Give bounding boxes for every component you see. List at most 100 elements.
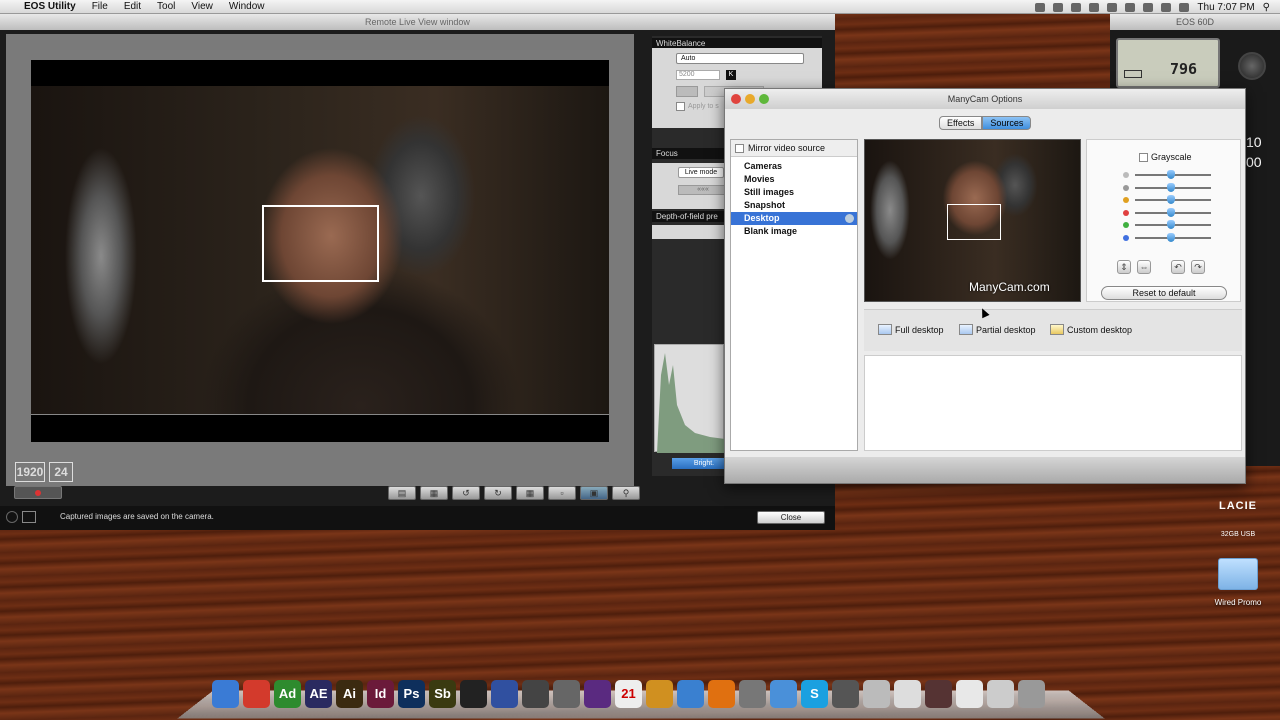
slider-knob[interactable] (1167, 220, 1175, 229)
screen-icon[interactable] (491, 680, 518, 708)
record-button[interactable] (14, 486, 62, 499)
status-tray-icon[interactable] (1053, 2, 1064, 12)
menu-view[interactable]: View (191, 1, 213, 12)
slider-knob[interactable] (1167, 170, 1175, 179)
time-machine-icon[interactable] (1107, 2, 1118, 12)
flip-horizontal-icon[interactable]: ⇔ (1137, 260, 1151, 274)
slider-knob[interactable] (1167, 232, 1175, 242)
menu-window[interactable]: Window (229, 1, 265, 12)
source-item-desktop[interactable]: Desktop (731, 212, 857, 225)
drive-label[interactable]: 32GB USB (1206, 531, 1270, 538)
finder-icon[interactable] (212, 680, 239, 708)
adjustment-slider[interactable] (1123, 170, 1223, 180)
safari-icon[interactable] (770, 680, 797, 708)
reset-to-default-button[interactable]: Reset to default (1101, 286, 1227, 300)
status-tray-icon[interactable] (1071, 2, 1082, 12)
illustrator-icon[interactable]: Ai (336, 680, 363, 708)
photobooth-icon[interactable] (832, 680, 859, 708)
menu-file[interactable]: File (92, 1, 108, 12)
volume-icon[interactable] (1161, 2, 1172, 12)
tab-sources[interactable]: Sources (982, 116, 1032, 130)
grayscale-row[interactable]: Grayscale (1139, 152, 1192, 162)
folder-icon[interactable] (1218, 558, 1258, 590)
headphones-icon[interactable] (584, 680, 611, 708)
adjustment-slider[interactable] (1123, 195, 1223, 205)
live-mode-select[interactable]: Live mode (678, 167, 724, 178)
slider-knob[interactable] (1167, 195, 1175, 204)
soundbooth-icon[interactable]: Sb (429, 680, 456, 708)
adjustment-slider[interactable] (1123, 182, 1223, 193)
spotlight-icon[interactable]: ⚲ (1263, 2, 1270, 13)
eyedropper-button[interactable] (676, 86, 698, 97)
aftereffects-icon[interactable]: AE (305, 680, 332, 708)
status-tray-icon[interactable] (1035, 2, 1046, 12)
zoom-window-icon[interactable] (759, 94, 769, 104)
grid-button[interactable]: ▦ (516, 486, 544, 500)
plugin-icon[interactable] (646, 680, 673, 708)
slider-knob[interactable] (1167, 182, 1175, 192)
zoom-button[interactable]: ⚲ (612, 486, 640, 500)
source-item-blank-image[interactable]: Blank image (731, 225, 857, 238)
source-item-cameras[interactable]: Cameras (731, 160, 857, 173)
aspect-button[interactable]: ▫ (548, 486, 576, 500)
source-item-still-images[interactable]: Still images (731, 186, 857, 199)
network-icon[interactable] (739, 680, 766, 708)
stopwatch-icon[interactable] (863, 680, 890, 708)
app-menu[interactable]: EOS Utility (24, 1, 76, 12)
rotate-right-icon[interactable]: ↷ (1191, 260, 1205, 274)
full-desktop-option[interactable]: Full desktop (878, 324, 944, 335)
focus-frame[interactable] (262, 205, 379, 282)
document-icon[interactable] (956, 680, 983, 708)
skype-icon[interactable]: S (801, 680, 828, 708)
photoshop-icon[interactable]: Ps (398, 680, 425, 708)
adjustment-slider[interactable] (1123, 220, 1223, 230)
source-item-movies[interactable]: Movies (731, 173, 857, 186)
mode-dial-icon[interactable] (1238, 52, 1266, 80)
audition-icon[interactable]: Ad (274, 680, 301, 708)
minimize-window-icon[interactable] (745, 94, 755, 104)
vlc-icon[interactable] (708, 680, 735, 708)
menu-tool[interactable]: Tool (157, 1, 175, 12)
camera-icon[interactable] (460, 680, 487, 708)
tab-effects[interactable]: Effects (939, 116, 983, 130)
drive-brand[interactable]: LACIE (1208, 500, 1268, 512)
folder-label[interactable]: Wired Promo (1200, 598, 1276, 607)
source-item-snapshot[interactable]: Snapshot (731, 199, 857, 212)
battery-icon[interactable] (1179, 2, 1190, 12)
close-window-icon[interactable] (731, 94, 741, 104)
grayscale-checkbox[interactable] (1139, 152, 1148, 162)
image-icon[interactable] (925, 680, 952, 708)
itunes-icon[interactable] (677, 680, 704, 708)
menu-clock[interactable]: Thu 7:07 PM (1197, 2, 1254, 13)
calendar-icon[interactable]: 21 (615, 680, 642, 708)
pen-icon[interactable] (553, 680, 580, 708)
flip-vertical-icon[interactable]: ⇕ (1117, 260, 1131, 274)
adjustment-slider[interactable] (1123, 232, 1223, 243)
rotate-right-button[interactable]: ↻ (484, 486, 512, 500)
indesign-icon[interactable]: Id (367, 680, 394, 708)
kelvin-input[interactable]: 5200 (676, 70, 720, 80)
preview-icon[interactable] (987, 680, 1014, 708)
clapper-icon[interactable] (522, 680, 549, 708)
view-mode-button[interactable]: ▤ (388, 486, 416, 500)
chrome-icon[interactable] (243, 680, 270, 708)
white-balance-select[interactable]: Auto (676, 53, 804, 64)
status-tray-icon[interactable] (1089, 2, 1100, 12)
rotate-left-button[interactable]: ↺ (452, 486, 480, 500)
menu-edit[interactable]: Edit (124, 1, 141, 12)
apply-checkbox[interactable] (676, 102, 685, 111)
rotate-left-icon[interactable]: ↶ (1171, 260, 1185, 274)
close-button[interactable]: Close (757, 511, 825, 524)
trash-icon[interactable] (1018, 680, 1045, 708)
partial-desktop-option[interactable]: Partial desktop (959, 324, 1036, 335)
adjustment-slider[interactable] (1123, 207, 1223, 218)
mirror-row[interactable]: Mirror video source (731, 140, 857, 157)
zoom-frame-button[interactable]: ▣ (580, 486, 608, 500)
mirror-checkbox[interactable] (735, 143, 744, 153)
apply-row[interactable]: Apply to s (676, 102, 719, 111)
wifi-icon[interactable] (1143, 2, 1154, 12)
tray-icon[interactable] (894, 680, 921, 708)
focus-near-buttons[interactable]: ««« (678, 185, 728, 195)
custom-desktop-option[interactable]: Custom desktop (1050, 324, 1132, 335)
bluetooth-icon[interactable] (1125, 2, 1136, 12)
